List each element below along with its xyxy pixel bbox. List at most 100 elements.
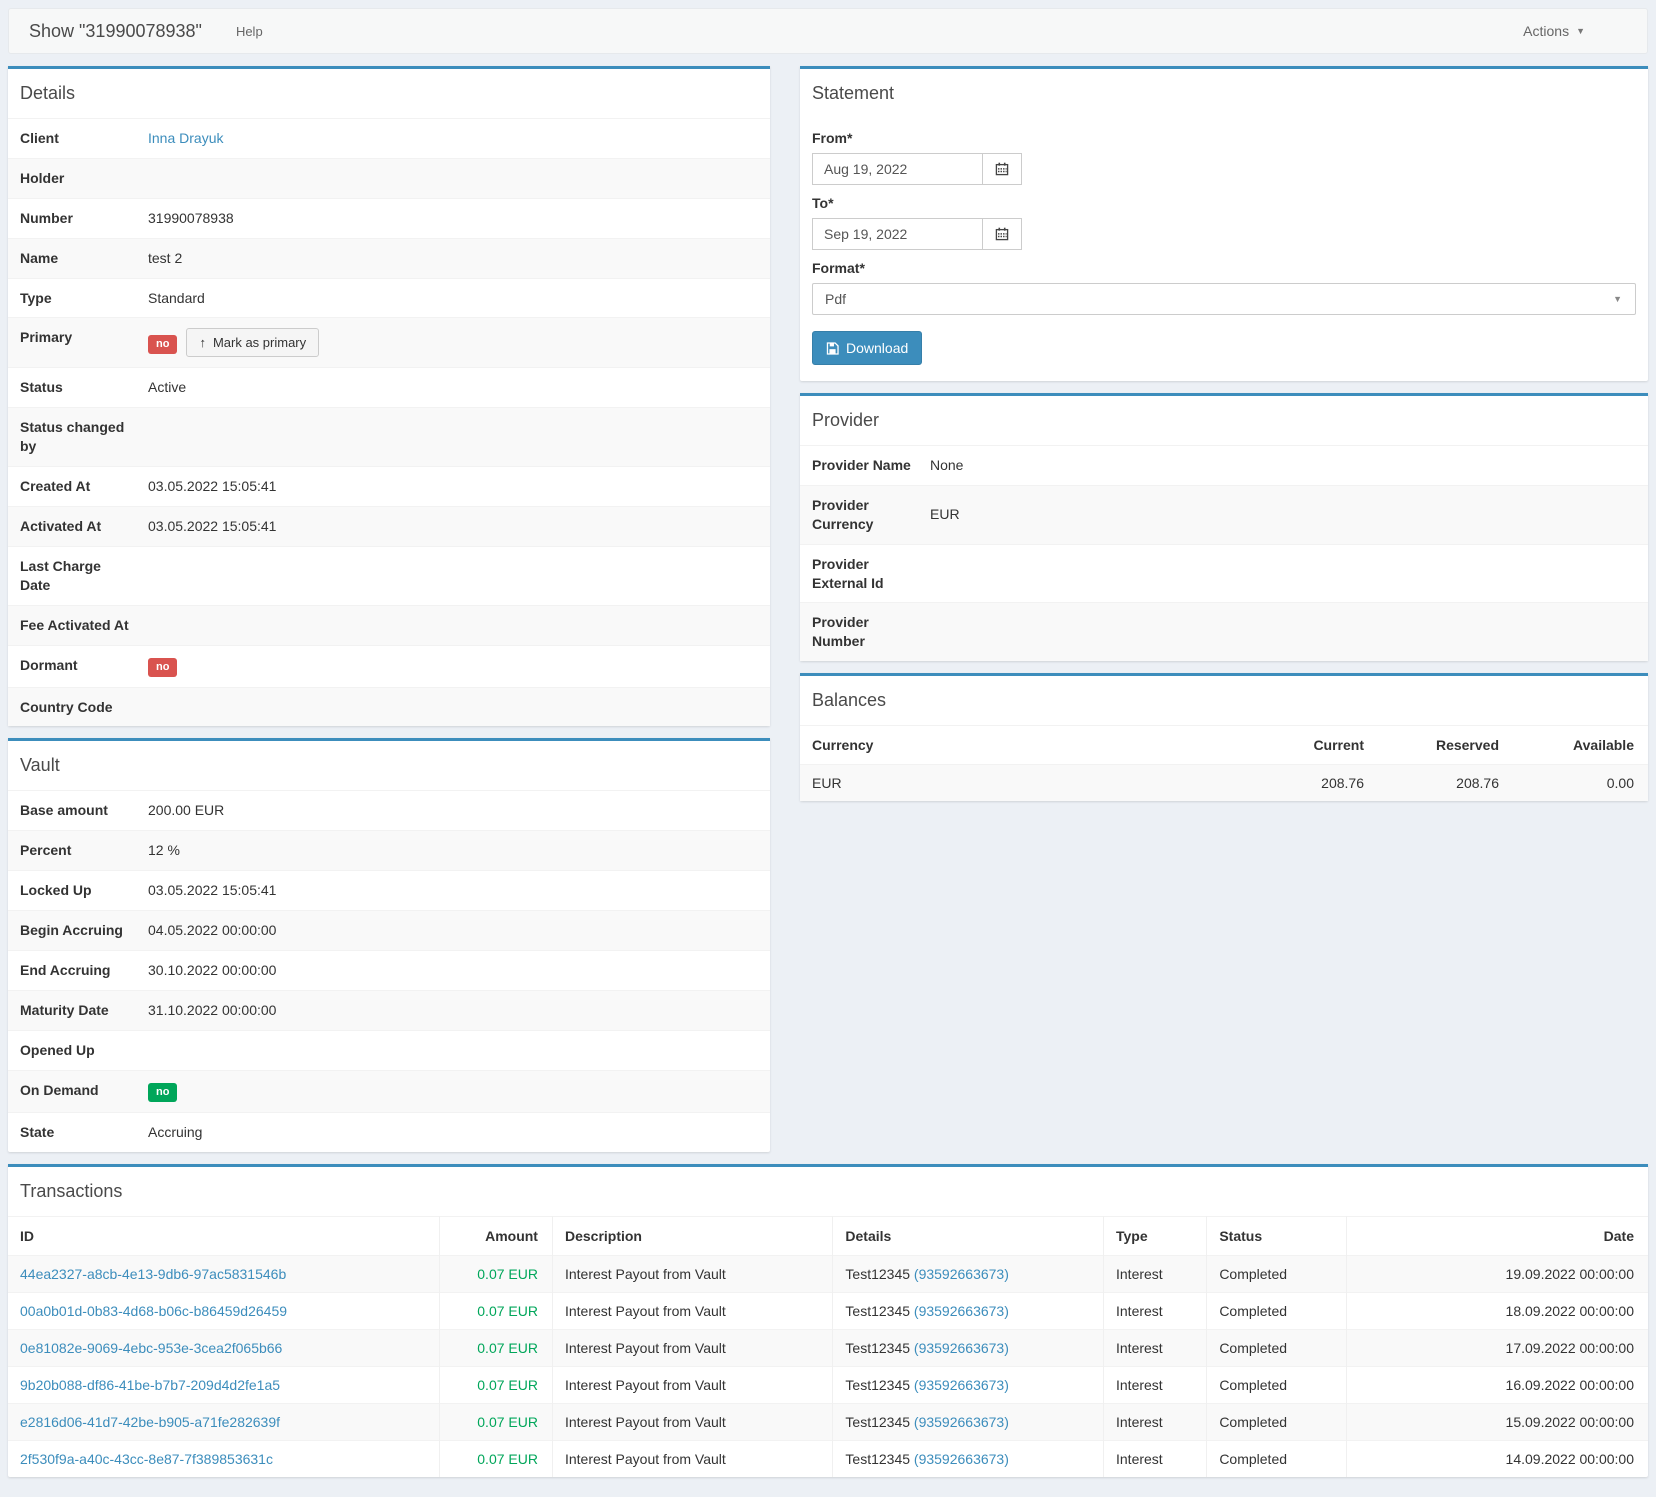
statement-panel-title: Statement <box>800 69 1648 118</box>
transaction-account-link[interactable]: (93592663673) <box>914 1451 1009 1467</box>
attr-row: Number31990078938 <box>8 198 770 238</box>
attr-label: Type <box>8 278 140 318</box>
transaction-id: e2816d06-41d7-42be-b905-a71fe282639f <box>8 1403 439 1440</box>
balance-current: 208.76 <box>1243 765 1378 802</box>
attr-label: Number <box>8 198 140 238</box>
format-label: Format* <box>812 260 1636 276</box>
transaction-status: Completed <box>1207 1255 1346 1292</box>
attr-label: Provider Currency <box>800 485 922 544</box>
attr-value: Active <box>140 368 770 408</box>
transaction-row: 0e81082e-9069-4ebc-953e-3cea2f065b66 0.07… <box>8 1329 1648 1366</box>
transaction-status: Completed <box>1207 1403 1346 1440</box>
from-calendar-button[interactable] <box>982 153 1022 185</box>
from-date-group <box>812 153 1022 185</box>
select-caret-icon: ▼ <box>1613 294 1622 304</box>
transaction-type: Interest <box>1104 1292 1207 1329</box>
attr-label: Primary <box>8 318 140 368</box>
transaction-date: 17.09.2022 00:00:00 <box>1346 1329 1648 1366</box>
to-label: To* <box>812 195 1636 211</box>
details-panel-title: Details <box>8 69 770 118</box>
attr-row: Fee Activated At <box>8 605 770 645</box>
attr-label: Base amount <box>8 791 140 831</box>
attr-row: Last Charge Date <box>8 546 770 605</box>
transaction-id-link[interactable]: 00a0b01d-0b83-4d68-b06c-b86459d26459 <box>20 1303 287 1319</box>
format-select[interactable]: Pdf ▼ <box>812 283 1636 315</box>
attr-label: Dormant <box>8 645 140 687</box>
attr-row: On Demandno <box>8 1070 770 1112</box>
attr-value: 31.10.2022 00:00:00 <box>140 990 770 1030</box>
attr-label: State <box>8 1112 140 1151</box>
to-calendar-button[interactable] <box>982 218 1022 250</box>
attr-row: TypeStandard <box>8 278 770 318</box>
transaction-date: 15.09.2022 00:00:00 <box>1346 1403 1648 1440</box>
transaction-row: 00a0b01d-0b83-4d68-b06c-b86459d26459 0.07… <box>8 1292 1648 1329</box>
attr-label: Last Charge Date <box>8 546 140 605</box>
calendar-icon <box>995 162 1009 176</box>
balances-table: CurrencyCurrentReservedAvailable EUR208.… <box>800 725 1648 801</box>
transaction-type: Interest <box>1104 1255 1207 1292</box>
attr-value <box>140 546 770 605</box>
download-button[interactable]: Download <box>812 331 922 365</box>
transaction-id-link[interactable]: 44ea2327-a8cb-4e13-9db6-97ac5831546b <box>20 1266 286 1282</box>
attr-value: test 2 <box>140 238 770 278</box>
transaction-amount: 0.07 EUR <box>439 1403 552 1440</box>
transaction-id: 44ea2327-a8cb-4e13-9db6-97ac5831546b <box>8 1255 439 1292</box>
to-date-group <box>812 218 1022 250</box>
attr-row: Primary no ↑Mark as primary <box>8 318 770 368</box>
provider-panel: Provider Provider NameNoneProvider Curre… <box>800 393 1648 661</box>
transaction-account-link[interactable]: (93592663673) <box>914 1340 1009 1356</box>
transaction-id-link[interactable]: e2816d06-41d7-42be-b905-a71fe282639f <box>20 1414 280 1430</box>
caret-down-icon: ▼ <box>1576 27 1585 36</box>
vault-panel-title: Vault <box>8 741 770 790</box>
to-date-input[interactable] <box>812 218 982 250</box>
transaction-amount: 0.07 EUR <box>439 1292 552 1329</box>
attr-value <box>140 687 770 726</box>
transaction-description: Interest Payout from Vault <box>552 1329 832 1366</box>
column-header: Status <box>1207 1216 1346 1255</box>
transaction-account-link[interactable]: (93592663673) <box>914 1414 1009 1430</box>
save-icon <box>826 342 839 355</box>
transaction-amount: 0.07 EUR <box>439 1329 552 1366</box>
transaction-details: Test12345 (93592663673) <box>833 1440 1104 1477</box>
transaction-status: Completed <box>1207 1292 1346 1329</box>
column-header: Details <box>833 1216 1104 1255</box>
help-link[interactable]: Help <box>236 24 263 39</box>
attr-value <box>140 1030 770 1070</box>
attr-row: End Accruing30.10.2022 00:00:00 <box>8 951 770 991</box>
download-label: Download <box>846 340 908 356</box>
transactions-header-row: IDAmountDescriptionDetailsTypeStatusDate <box>8 1216 1648 1255</box>
column-header: Amount <box>439 1216 552 1255</box>
attr-label: Client <box>8 119 140 159</box>
attr-row: Opened Up <box>8 1030 770 1070</box>
attr-row: Percent12 % <box>8 831 770 871</box>
attr-value: no <box>140 1070 770 1112</box>
attr-row: Provider External Id <box>800 544 1648 603</box>
from-date-input[interactable] <box>812 153 982 185</box>
status-badge: no <box>148 335 177 354</box>
transaction-details: Test12345 (93592663673) <box>833 1403 1104 1440</box>
balance-row: EUR208.76208.760.00 <box>800 765 1648 802</box>
mark-as-primary-button[interactable]: ↑Mark as primary <box>186 328 319 357</box>
transaction-id-link[interactable]: 2f530f9a-a40c-43cc-8e87-7f389853631c <box>20 1451 273 1467</box>
attr-row: Begin Accruing04.05.2022 00:00:00 <box>8 911 770 951</box>
transactions-panel-title: Transactions <box>8 1167 1648 1216</box>
statement-form: From* <box>800 118 1648 381</box>
actions-dropdown[interactable]: Actions ▼ <box>1523 23 1585 39</box>
balances-header-row: CurrencyCurrentReservedAvailable <box>800 726 1648 765</box>
transaction-account-link[interactable]: (93592663673) <box>914 1303 1009 1319</box>
column-header: Reserved <box>1378 726 1513 765</box>
balance-currency: EUR <box>800 765 1243 802</box>
attr-label: On Demand <box>8 1070 140 1112</box>
calendar-icon <box>995 227 1009 241</box>
transaction-id-link[interactable]: 0e81082e-9069-4ebc-953e-3cea2f065b66 <box>20 1340 282 1356</box>
transaction-description: Interest Payout from Vault <box>552 1440 832 1477</box>
balances-panel-title: Balances <box>800 676 1648 725</box>
attr-value: Accruing <box>140 1112 770 1151</box>
attr-value: 200.00 EUR <box>140 791 770 831</box>
details-table: ClientInna DrayukHolderNumber31990078938… <box>8 118 770 726</box>
transaction-account-link[interactable]: (93592663673) <box>914 1266 1009 1282</box>
arrow-up-icon: ↑ <box>199 335 206 350</box>
page-title: Show "31990078938" <box>29 21 202 42</box>
transaction-description: Interest Payout from Vault <box>552 1403 832 1440</box>
client-link[interactable]: Inna Drayuk <box>148 130 223 146</box>
